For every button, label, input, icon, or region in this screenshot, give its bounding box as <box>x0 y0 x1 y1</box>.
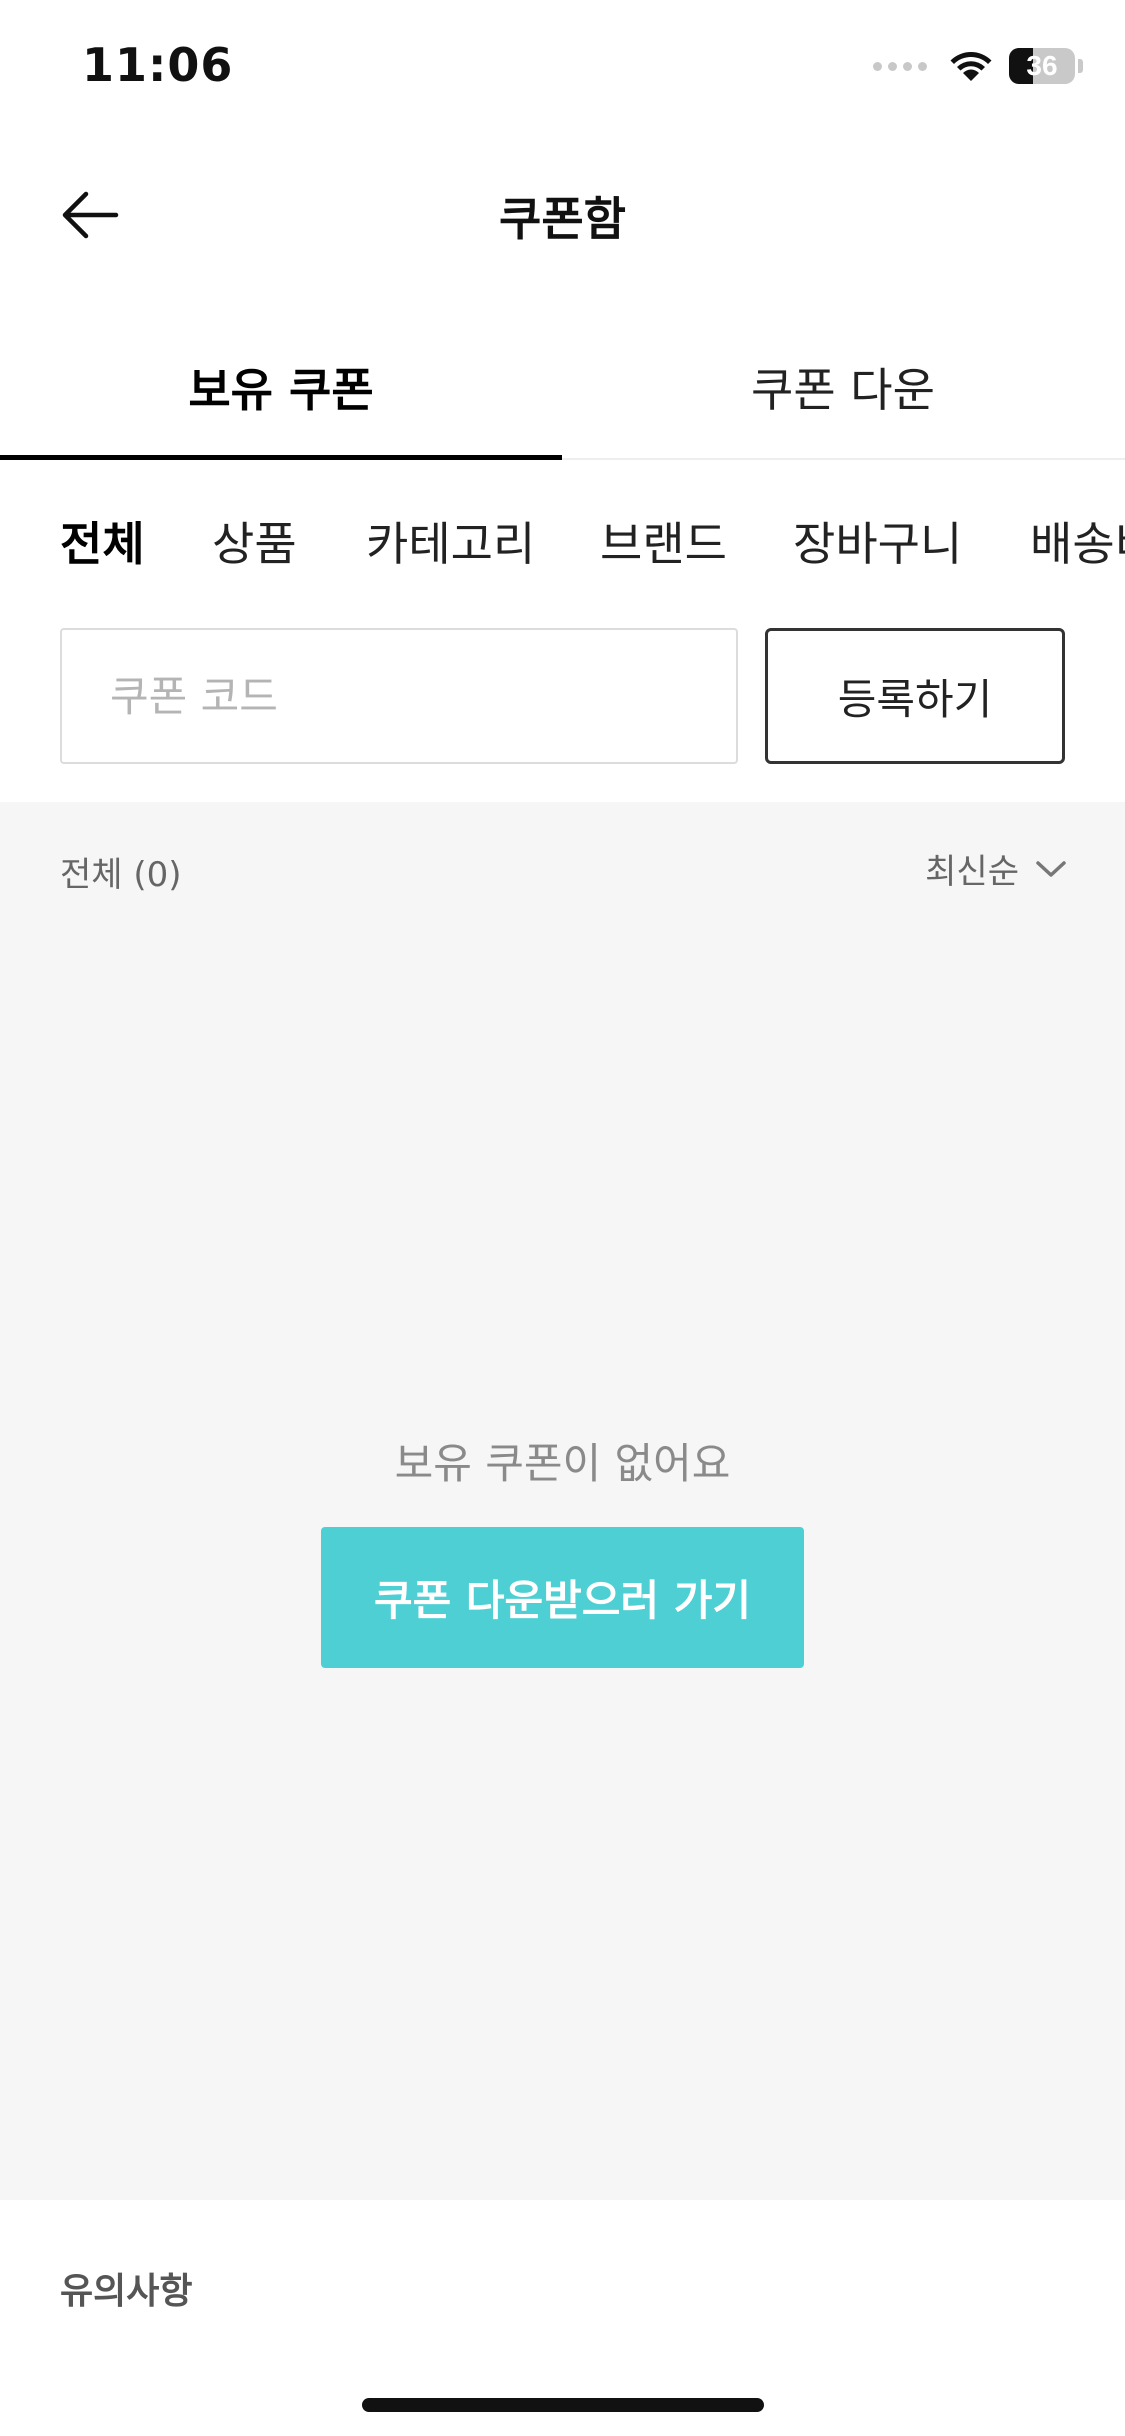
chevron-down-icon <box>1036 860 1066 877</box>
filter-all[interactable]: 전체 <box>60 508 145 574</box>
coupon-box-screen: 11:06 36 쿠폰함 보유 쿠폰 쿠폰 다운 전체 상품 카테고리 브랜드 … <box>0 0 1125 2436</box>
status-time: 11:06 <box>82 38 234 92</box>
navigation-bar: 쿠폰함 <box>0 150 1125 280</box>
tab-download-coupons[interactable]: 쿠폰 다운 <box>562 325 1124 458</box>
page-title: 쿠폰함 <box>499 192 626 246</box>
register-button[interactable]: 등록하기 <box>765 628 1065 764</box>
notice-heading[interactable]: 유의사항 <box>60 2262 192 2314</box>
status-indicators: 36 <box>873 46 1083 86</box>
tab-owned-coupons[interactable]: 보유 쿠폰 <box>0 325 562 460</box>
cellular-signal-icon <box>873 61 927 71</box>
filter-product[interactable]: 상품 <box>212 508 297 574</box>
status-bar: 11:06 36 <box>0 0 1125 135</box>
coupon-filter-bar: 전체 상품 카테고리 브랜드 장바구니 배송비 <box>0 460 1125 610</box>
wifi-icon <box>950 52 992 81</box>
coupon-count-label: 전체 (0) <box>60 855 182 895</box>
filter-category[interactable]: 카테고리 <box>366 508 535 574</box>
sort-label: 최신순 <box>925 852 1019 892</box>
battery-icon: 36 <box>1009 48 1075 84</box>
go-download-coupons-button[interactable]: 쿠폰 다운받으러 가기 <box>321 1527 804 1668</box>
home-indicator <box>362 2398 764 2412</box>
coupon-tabs: 보유 쿠폰 쿠폰 다운 <box>0 325 1125 460</box>
coupon-code-input[interactable] <box>60 628 738 764</box>
filter-brand[interactable]: 브랜드 <box>600 508 727 574</box>
battery-percent: 36 <box>1026 50 1058 81</box>
sort-dropdown[interactable]: 최신순 <box>925 844 1067 893</box>
empty-message: 보유 쿠폰이 없어요 <box>394 1439 731 1488</box>
filter-cart[interactable]: 장바구니 <box>793 508 962 574</box>
coupon-code-row: 등록하기 <box>0 628 1125 766</box>
coupon-list-area: 전체 (0) 최신순 보유 쿠폰이 없어요 쿠폰 다운받으러 가기 <box>0 802 1125 2200</box>
battery-cap <box>1078 59 1083 73</box>
filter-shipping[interactable]: 배송비 <box>1030 508 1125 574</box>
